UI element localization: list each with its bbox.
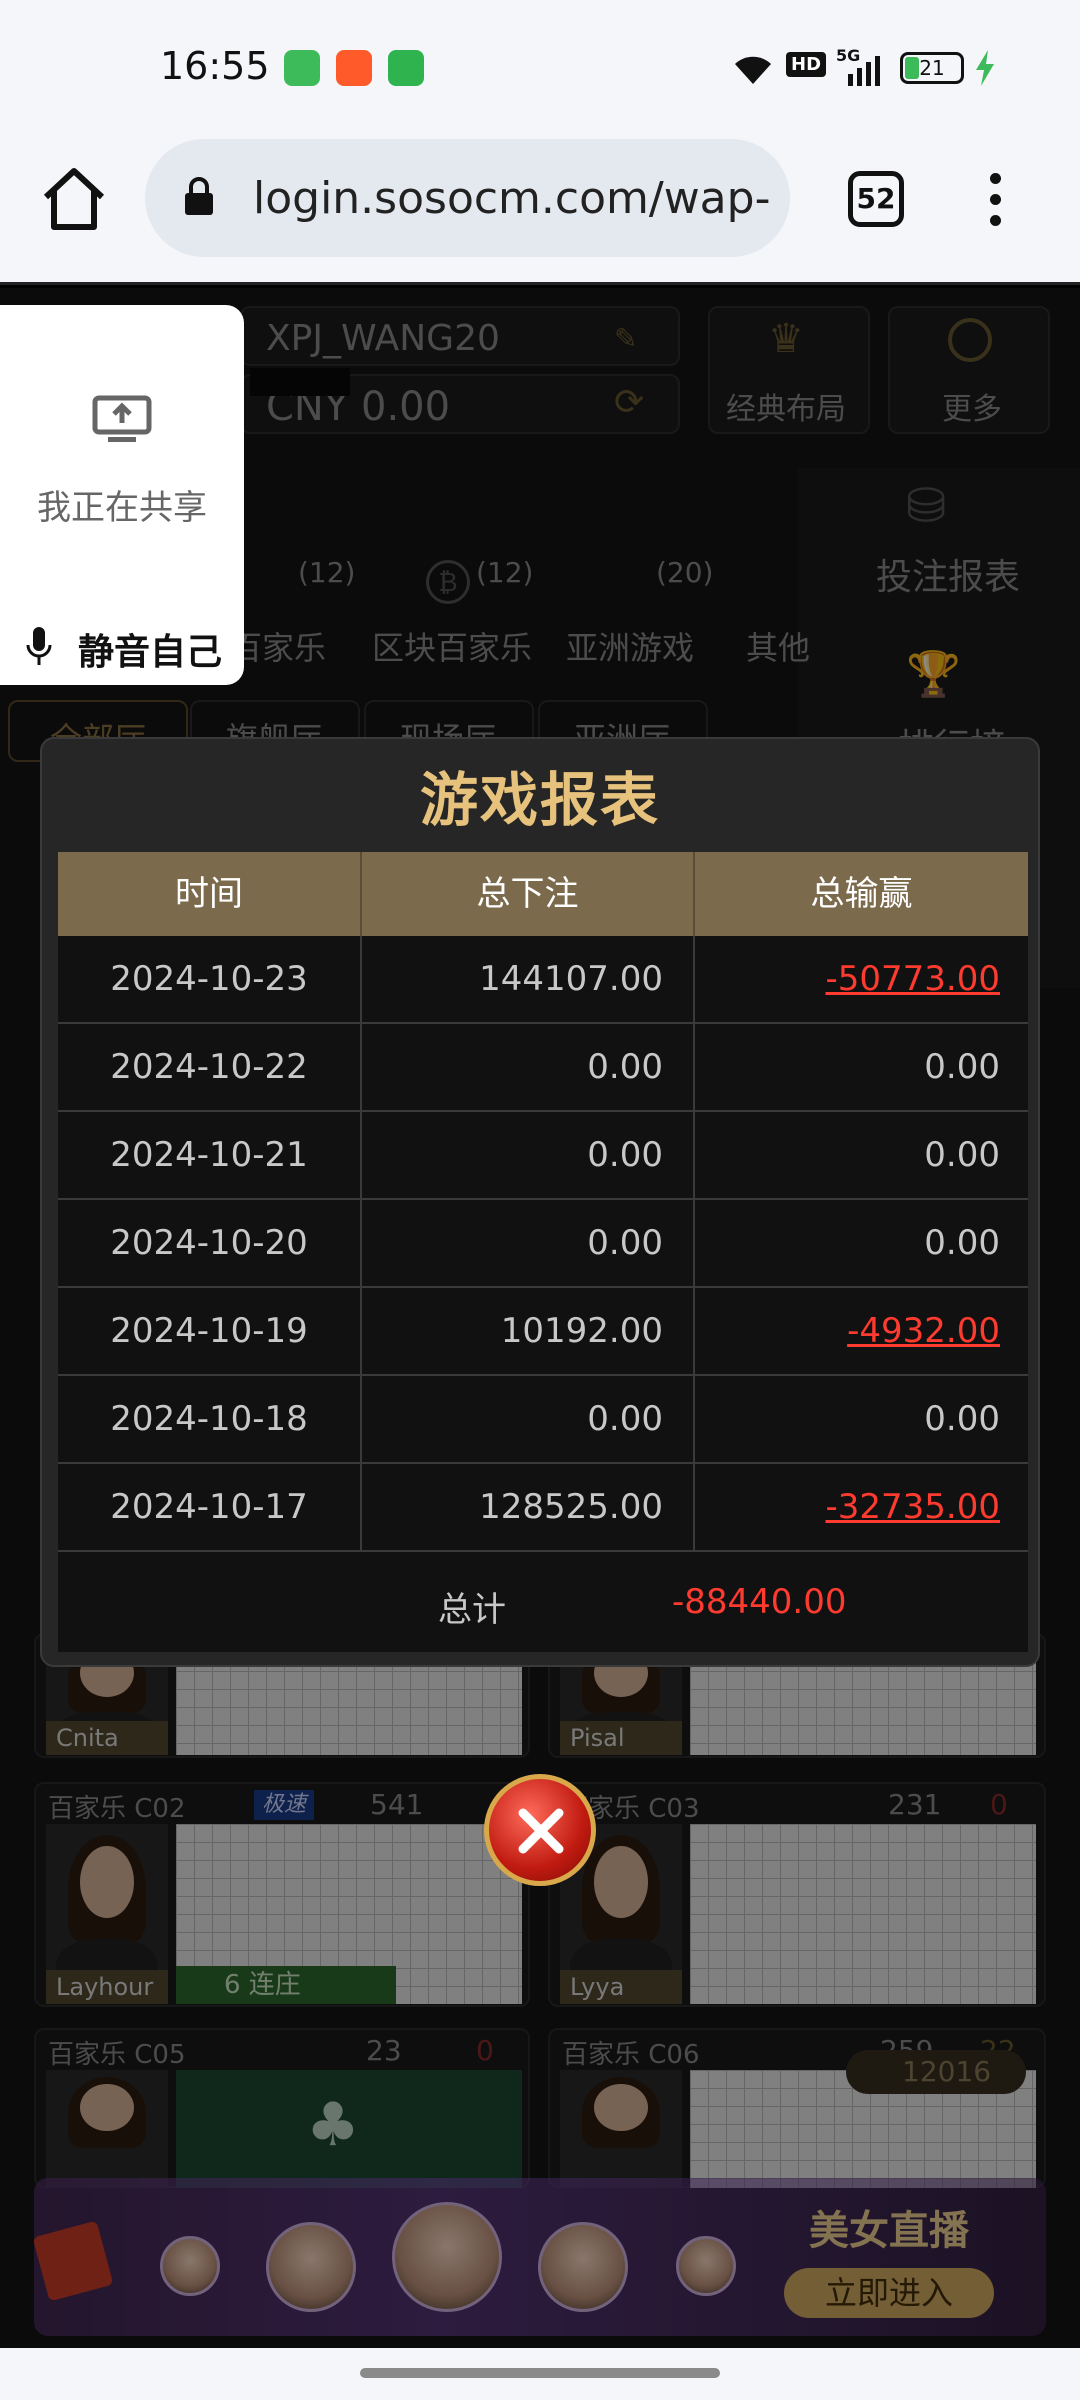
row-date: 2024-10-18	[58, 1376, 362, 1462]
video-app-icon	[336, 50, 372, 86]
home-gesture-handle[interactable]	[360, 2368, 720, 2378]
status-time: 16:55	[160, 44, 270, 88]
row-total-bet: 144107.00	[362, 936, 695, 1022]
row-date: 2024-10-20	[58, 1200, 362, 1286]
row-total-bet: 0.00	[362, 1376, 695, 1462]
total-label: 总计	[438, 1590, 506, 1630]
close-button[interactable]	[484, 1774, 596, 1886]
url-text: login.sosocm.com/wap-	[253, 173, 771, 224]
battery-icon: 21	[900, 52, 964, 84]
battery-level: 21	[919, 56, 945, 80]
mute-self-button[interactable]: 静音自己	[78, 623, 222, 675]
microphone-icon	[26, 627, 52, 665]
table-row: 2024-10-22 0.00 0.00	[58, 1024, 1028, 1112]
row-total-bet: 128525.00	[362, 1464, 695, 1550]
modal-title: 游戏报表	[419, 766, 660, 834]
report-table: 时间 总下注 总输赢 2024-10-23 144107.00 -50773.00 2…	[58, 852, 1028, 1552]
lock-icon	[185, 177, 213, 215]
row-date: 2024-10-17	[58, 1464, 362, 1550]
table-row: 2024-10-19 10192.00 -4932.00	[58, 1288, 1028, 1376]
gift-icon	[32, 2220, 114, 2302]
browser-menu-button[interactable]	[985, 173, 1005, 233]
screen-share-widget[interactable]: 我正在共享 静音自己	[0, 305, 244, 685]
system-nav-bar	[0, 2348, 1080, 2400]
row-win-loss-link[interactable]: -32735.00	[695, 1464, 1028, 1550]
streamer-avatar	[538, 2222, 628, 2312]
row-win-loss: 0.00	[924, 1047, 1000, 1087]
header-total-win-loss: 总输赢	[810, 874, 913, 914]
signal-icon	[848, 56, 880, 86]
row-win-loss: 0.00	[924, 1223, 1000, 1263]
message-app-icon	[388, 50, 424, 86]
table-row: 2024-10-18 0.00 0.00	[58, 1376, 1028, 1464]
screen-share-icon	[92, 395, 152, 442]
row-win-loss: 0.00	[924, 1135, 1000, 1175]
row-win-loss-link[interactable]: -4932.00	[695, 1288, 1028, 1374]
table-row: 2024-10-17 128525.00 -32735.00	[58, 1464, 1028, 1552]
streamer-avatar	[392, 2202, 502, 2312]
sharing-label: 我正在共享	[37, 488, 207, 528]
row-total-bet: 0.00	[362, 1112, 695, 1198]
banner-title: 美女直播	[809, 2208, 969, 2254]
row-win-loss: 0.00	[924, 1399, 1000, 1439]
total-value: -88440.00	[672, 1582, 847, 1622]
address-bar[interactable]: login.sosocm.com/wap-	[145, 139, 790, 257]
game-report-modal: 游戏报表 时间 总下注 总输赢 2024-10-23 144107.00 -5077…	[40, 737, 1040, 1667]
home-button[interactable]	[40, 165, 108, 233]
streamer-avatar	[160, 2236, 220, 2296]
table-row: 2024-10-21 0.00 0.00	[58, 1112, 1028, 1200]
live-banner[interactable]: 美女直播 立即进入	[32, 2178, 1046, 2336]
row-win-loss-link[interactable]: -50773.00	[695, 936, 1028, 1022]
browser-toolbar: login.sosocm.com/wap- 52	[0, 135, 1080, 285]
close-icon	[518, 1808, 564, 1854]
row-date: 2024-10-21	[58, 1112, 362, 1198]
row-date: 2024-10-19	[58, 1288, 362, 1374]
row-total-bet: 0.00	[362, 1200, 695, 1286]
streamer-avatar	[266, 2222, 356, 2312]
row-date: 2024-10-22	[58, 1024, 362, 1110]
header-time: 时间	[58, 852, 362, 936]
app-notification-icon	[284, 50, 320, 86]
table-row: 2024-10-20 0.00 0.00	[58, 1200, 1028, 1288]
table-row: 2024-10-23 144107.00 -50773.00	[58, 936, 1028, 1024]
hd-badge: HD	[786, 52, 827, 77]
total-row: 总计 -88440.00	[58, 1552, 1028, 1652]
row-total-bet: 0.00	[362, 1024, 695, 1110]
enter-now-button[interactable]: 立即进入	[784, 2268, 994, 2318]
tab-switcher-button[interactable]: 52	[848, 171, 904, 227]
row-date: 2024-10-23	[58, 936, 362, 1022]
status-bar: 16:55 HD 5G 21	[0, 0, 1080, 135]
streamer-avatar	[676, 2236, 736, 2296]
wifi-icon	[735, 56, 771, 84]
header-total-bet: 总下注	[362, 852, 695, 936]
row-total-bet: 10192.00	[362, 1288, 695, 1374]
charging-icon	[976, 50, 994, 86]
table-header: 时间 总下注 总输赢	[58, 852, 1028, 936]
